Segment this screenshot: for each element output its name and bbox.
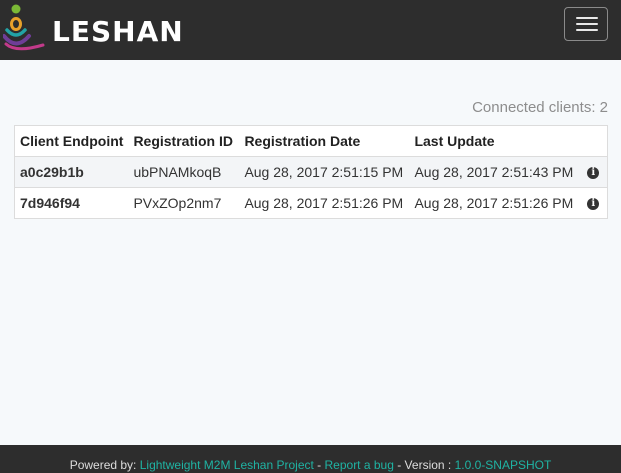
info-cell: i: [579, 187, 608, 219]
hamburger-menu-icon: [576, 17, 598, 19]
table-row[interactable]: 7d946f94 PVxZOp2nm7 Aug 28, 2017 2:51:26…: [14, 187, 608, 219]
menu-toggle-button[interactable]: [564, 7, 608, 41]
header-registration-date[interactable]: Registration Date: [239, 125, 410, 157]
registration-id: PVxZOp2nm7: [128, 187, 240, 219]
client-endpoint-link[interactable]: a0c29b1b: [14, 156, 129, 188]
registration-date: Aug 28, 2017 2:51:26 PM: [239, 187, 410, 219]
info-icon[interactable]: i: [587, 167, 600, 180]
connected-clients-count: Connected clients: 2: [472, 99, 608, 116]
info-icon[interactable]: i: [587, 198, 600, 211]
header-actions: [579, 125, 608, 157]
info-cell: i: [579, 156, 608, 188]
hamburger-bar: [576, 23, 598, 25]
powered-by-label: Powered by:: [69, 458, 137, 472]
leshan-logo-icon: [3, 4, 45, 51]
clients-table: Client Endpoint Registration ID Registra…: [14, 125, 608, 219]
header-registration-id[interactable]: Registration ID: [128, 125, 240, 157]
client-endpoint-link[interactable]: 7d946f94: [14, 187, 129, 219]
footer-separator: -: [313, 458, 325, 472]
brand[interactable]: [3, 2, 51, 56]
table-header-row: Client Endpoint Registration ID Registra…: [14, 125, 608, 157]
footer: Powered by: Lightweight M2M Leshan Proje…: [0, 445, 621, 473]
header-client-endpoint[interactable]: Client Endpoint: [14, 125, 129, 157]
hamburger-bar: [576, 29, 598, 31]
last-update: Aug 28, 2017 2:51:43 PM: [409, 156, 580, 188]
version-label: - Version :: [393, 458, 455, 472]
header-last-update[interactable]: Last Update: [409, 125, 580, 157]
registration-date: Aug 28, 2017 2:51:15 PM: [239, 156, 410, 188]
project-link[interactable]: Lightweight M2M Leshan Project: [140, 458, 314, 472]
report-bug-link[interactable]: Report a bug: [325, 458, 394, 472]
top-navbar: LESHAN: [0, 0, 621, 60]
brand-title[interactable]: LESHAN: [52, 14, 184, 50]
registration-id: ubPNAMkoqB: [128, 156, 240, 188]
table-row[interactable]: a0c29b1b ubPNAMkoqB Aug 28, 2017 2:51:15…: [14, 156, 608, 188]
last-update: Aug 28, 2017 2:51:26 PM: [409, 187, 580, 219]
version-link[interactable]: 1.0.0-SNAPSHOT: [455, 458, 552, 472]
